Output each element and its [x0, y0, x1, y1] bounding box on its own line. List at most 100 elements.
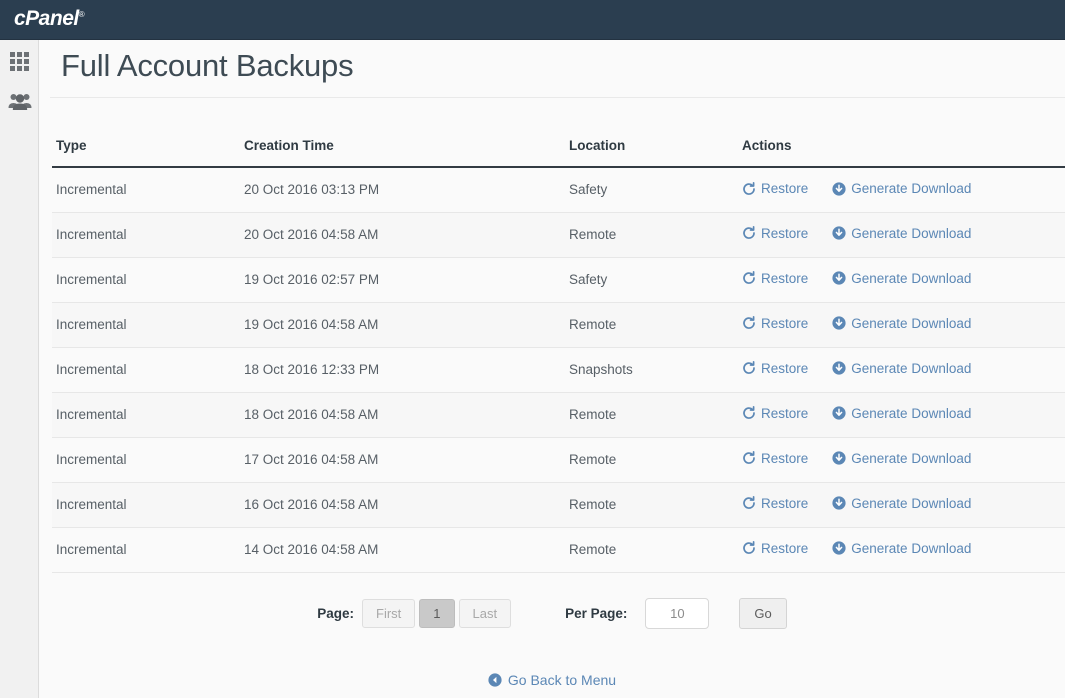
trademark-symbol: ®	[78, 10, 85, 19]
cell-location: Safety	[569, 257, 742, 303]
column-header-creation-time: Creation Time	[244, 138, 569, 168]
cell-location: Remote	[569, 302, 742, 348]
cell-type: Incremental	[52, 392, 244, 438]
sidebar-item-user-manager[interactable]	[0, 82, 39, 124]
cell-actions: Restore Generate Download	[742, 392, 1065, 438]
restore-link[interactable]: Restore	[742, 226, 808, 241]
download-circle-icon	[832, 406, 846, 420]
restore-icon	[742, 316, 756, 330]
restore-link[interactable]: Restore	[742, 271, 808, 286]
current-page-button[interactable]: 1	[419, 599, 455, 628]
cell-actions: Restore Generate Download	[742, 302, 1065, 348]
cell-creation-time: 16 Oct 2016 04:58 AM	[244, 482, 569, 528]
cell-type: Incremental	[52, 302, 244, 348]
cell-actions: Restore Generate Download	[742, 212, 1065, 258]
first-page-button[interactable]: First	[362, 599, 416, 628]
restore-label: Restore	[761, 360, 809, 376]
cell-type: Incremental	[52, 482, 244, 528]
cell-creation-time: 18 Oct 2016 12:33 PM	[244, 347, 569, 393]
cell-location: Remote	[569, 437, 742, 483]
cell-actions: Restore Generate Download	[742, 527, 1065, 573]
restore-label: Restore	[761, 495, 809, 511]
download-circle-icon	[832, 181, 846, 196]
restore-label: Restore	[761, 540, 809, 556]
cell-creation-time: 19 Oct 2016 02:57 PM	[244, 257, 569, 303]
cell-actions: Restore Generate Download	[742, 482, 1065, 528]
cell-creation-time: 19 Oct 2016 04:58 AM	[244, 302, 569, 348]
restore-link[interactable]: Restore	[742, 496, 808, 511]
page-label: Page:	[317, 606, 355, 621]
cell-type: Incremental	[52, 437, 244, 483]
restore-link[interactable]: Restore	[742, 541, 808, 556]
table-row: Incremental 19 Oct 2016 02:57 PM Safety Res…	[52, 257, 1065, 303]
generate-download-link[interactable]: Generate Download	[832, 496, 971, 511]
pagination-controls: Page: First 1 Last Per Page: Go	[39, 598, 1065, 629]
cell-actions: Restore Generate Download	[742, 437, 1065, 483]
cell-type: Incremental	[52, 167, 244, 213]
restore-icon	[742, 496, 756, 510]
cell-type: Incremental	[52, 212, 244, 258]
download-circle-icon	[832, 361, 846, 375]
generate-download-label: Generate Download	[851, 181, 972, 196]
cell-creation-time: 20 Oct 2016 04:58 AM	[244, 212, 569, 258]
generate-download-label: Generate Download	[851, 225, 972, 241]
download-circle-icon	[832, 271, 846, 285]
table-row: Incremental 16 Oct 2016 04:58 AM Remote Res…	[52, 482, 1065, 528]
download-circle-icon	[832, 226, 846, 240]
go-button[interactable]: Go	[739, 598, 787, 629]
download-circle-icon	[832, 496, 846, 510]
restore-link[interactable]: Restore	[742, 451, 808, 466]
cell-actions: Restore Generate Download	[742, 167, 1065, 213]
restore-icon	[742, 181, 756, 196]
column-header-type: Type	[52, 138, 244, 168]
generate-download-link[interactable]: Generate Download	[832, 271, 971, 286]
generate-download-link[interactable]: Generate Download	[832, 541, 971, 556]
restore-label: Restore	[761, 181, 809, 196]
restore-icon	[742, 451, 756, 465]
table-row: Incremental 18 Oct 2016 04:58 AM Remote Res…	[52, 392, 1065, 438]
go-back-to-menu-link[interactable]: Go Back to Menu	[488, 672, 616, 688]
restore-link[interactable]: Restore	[742, 316, 808, 331]
cell-type: Incremental	[52, 257, 244, 303]
download-circle-icon	[832, 316, 846, 330]
generate-download-link[interactable]: Generate Download	[832, 316, 971, 331]
cell-creation-time: 18 Oct 2016 04:58 AM	[244, 392, 569, 438]
generate-download-link[interactable]: Generate Download	[832, 181, 971, 196]
table-row: Incremental 19 Oct 2016 04:58 AM Remote Res…	[52, 302, 1065, 348]
main-content: Full Account Backups Type Creation Time …	[39, 40, 1065, 698]
per-page-input[interactable]	[645, 598, 710, 629]
title-divider	[50, 97, 1065, 98]
cell-creation-time: 20 Oct 2016 03:13 PM	[244, 167, 569, 213]
page-title: Full Account Backups	[61, 48, 354, 83]
download-circle-icon	[832, 451, 846, 465]
generate-download-link[interactable]: Generate Download	[832, 451, 971, 466]
generate-download-link[interactable]: Generate Download	[832, 361, 971, 376]
cell-actions: Restore Generate Download	[742, 347, 1065, 393]
cell-location: Remote	[569, 482, 742, 528]
cell-creation-time: 17 Oct 2016 04:58 AM	[244, 437, 569, 483]
last-page-button[interactable]: Last	[458, 599, 512, 628]
generate-download-label: Generate Download	[851, 360, 972, 376]
generate-download-label: Generate Download	[851, 450, 972, 466]
restore-link[interactable]: Restore	[742, 181, 808, 196]
table-row: Incremental 20 Oct 2016 04:58 AM Remote Res…	[52, 212, 1065, 258]
sidebar-item-home[interactable]	[0, 40, 39, 82]
restore-link[interactable]: Restore	[742, 361, 808, 376]
generate-download-label: Generate Download	[851, 315, 972, 331]
table-row: Incremental 14 Oct 2016 04:58 AM Remote Res…	[52, 527, 1065, 573]
people-icon	[8, 91, 32, 116]
restore-icon	[742, 541, 756, 555]
top-header-bar: cPanel®	[0, 0, 1065, 40]
table-row: Incremental 18 Oct 2016 12:33 PM Snapshots…	[52, 347, 1065, 393]
restore-icon	[742, 361, 756, 375]
table-body: Incremental 20 Oct 2016 03:13 PM Safety Res…	[52, 167, 1065, 573]
generate-download-link[interactable]: Generate Download	[832, 226, 971, 241]
generate-download-label: Generate Download	[851, 495, 972, 511]
cell-location: Snapshots	[569, 347, 742, 393]
restore-label: Restore	[761, 405, 809, 421]
restore-icon	[742, 226, 756, 240]
cell-location: Safety	[569, 167, 742, 213]
cpanel-logo[interactable]: cPanel®	[14, 7, 85, 31]
restore-link[interactable]: Restore	[742, 406, 808, 421]
generate-download-link[interactable]: Generate Download	[832, 406, 971, 421]
